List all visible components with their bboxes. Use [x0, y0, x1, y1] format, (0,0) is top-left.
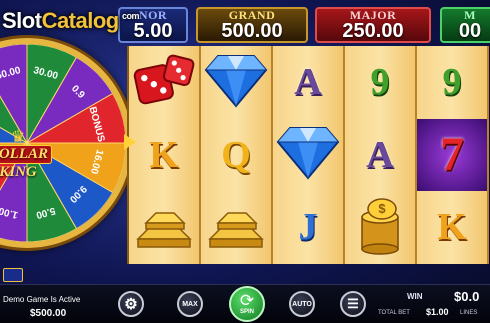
spin-arrow-icon: ⟳ — [239, 291, 255, 310]
symbol-9: 9 — [442, 61, 462, 104]
jackpot-mini: M 00 — [440, 7, 490, 43]
symbol-j: J — [298, 206, 318, 249]
win-value: $0.0 — [454, 289, 480, 304]
jackpot-minor-value: 5.00 — [133, 19, 173, 42]
reel-cell: K — [129, 119, 199, 192]
wheel-hub-logo: ♛ DOLLAR KING — [0, 121, 58, 191]
max-bet-button[interactable]: MAX — [177, 291, 203, 317]
reel-1: K — [129, 46, 201, 264]
reel-cell — [129, 191, 199, 264]
symbol-k: K — [149, 133, 179, 176]
crown-icon: ♛ — [10, 129, 26, 146]
symbol-a: A — [366, 133, 394, 176]
jackpot-grand: GRAND 500.00 — [196, 7, 308, 43]
symbol-k: K — [437, 206, 467, 249]
reel-cell: 9 — [417, 46, 487, 119]
spin-button[interactable]: ⟳ SPIN — [229, 286, 265, 322]
bet-coins-button[interactable]: ☰ — [340, 291, 366, 317]
diamond-icon — [204, 52, 268, 113]
reel-2: Q — [201, 46, 273, 264]
reel-cell: K — [417, 191, 487, 264]
jackpot-minor-label: NOR — [138, 7, 168, 22]
reel-cell: A — [273, 46, 343, 119]
reel-cell: $ — [345, 191, 415, 264]
win-label: WIN — [407, 292, 423, 301]
jackpot-major-value: 250.00 — [342, 19, 404, 42]
svg-text:$: $ — [378, 201, 386, 216]
reel-cell — [273, 119, 343, 192]
symbol-7: 7 — [440, 127, 464, 181]
wheel-pointer-icon — [124, 134, 136, 150]
total-bet-label: TOTAL BET — [378, 310, 410, 316]
spin-label: SPIN — [239, 309, 254, 315]
watermark-logo: SlotCatalog com — [2, 8, 140, 34]
watermark-brand-b: Catalog — [41, 8, 120, 33]
symbol-a: A — [294, 61, 322, 104]
jackpot-grand-value: 500.00 — [221, 19, 283, 42]
jackpot-mini-value: 00 — [458, 19, 482, 42]
feature-badge-icon — [3, 268, 23, 282]
auto-label: AUTO — [292, 300, 312, 308]
coin-stack-icon: ☰ — [347, 296, 359, 311]
demo-status-text: Demo Game Is Active — [3, 295, 81, 304]
reel-grid: K Q A J 9 A $9 7 K — [127, 46, 489, 264]
total-bet-value: $1.00 — [426, 307, 449, 317]
reel-cell — [201, 191, 271, 264]
reel-cell: J — [273, 191, 343, 264]
lines-label: LINES — [460, 310, 478, 316]
gold-coins-icon: $ — [352, 195, 408, 260]
watermark-brand-a: Slot — [2, 8, 42, 33]
reel-cell: A — [345, 119, 415, 192]
symbol-9: 9 — [370, 61, 390, 104]
jackpot-mini-label: M — [464, 7, 476, 22]
settings-button[interactable]: ⚙ — [118, 291, 144, 317]
autoplay-button[interactable]: AUTO — [289, 291, 315, 317]
jackpot-grand-label: GRAND — [228, 7, 276, 22]
watermark-domain: com — [122, 11, 140, 21]
reel-cell — [129, 46, 199, 119]
reel-cell: 9 — [345, 46, 415, 119]
gear-icon: ⚙ — [124, 296, 138, 313]
max-label: MAX — [182, 300, 198, 308]
jackpot-major: MAJOR 250.00 — [315, 7, 431, 43]
reel-cell: Q — [201, 119, 271, 192]
reel-5: 9 7 K — [417, 46, 489, 264]
gold-bars-icon — [204, 199, 268, 256]
bonus-wheel: 30.000.9BONUS16.009.005.001.0040.0025.00… — [0, 38, 132, 248]
gold-bars-icon — [132, 199, 196, 256]
logo-line-1: DOLLAR — [0, 145, 52, 164]
reel-cell: 7 — [417, 118, 487, 192]
diamond-icon — [276, 124, 340, 185]
jackpot-major-label: MAJOR — [349, 7, 397, 22]
logo-line-2: KING — [0, 164, 37, 180]
reel-4: 9 A $ — [345, 46, 417, 264]
reel-cell — [201, 46, 271, 119]
symbol-q: Q — [221, 133, 251, 176]
dice-icon — [133, 51, 195, 114]
balance-value: $500.00 — [30, 308, 67, 319]
reel-3: AJ — [273, 46, 345, 264]
game-stage: SlotCatalog com NOR 5.00 GRAND 500.00 MA… — [0, 0, 490, 323]
